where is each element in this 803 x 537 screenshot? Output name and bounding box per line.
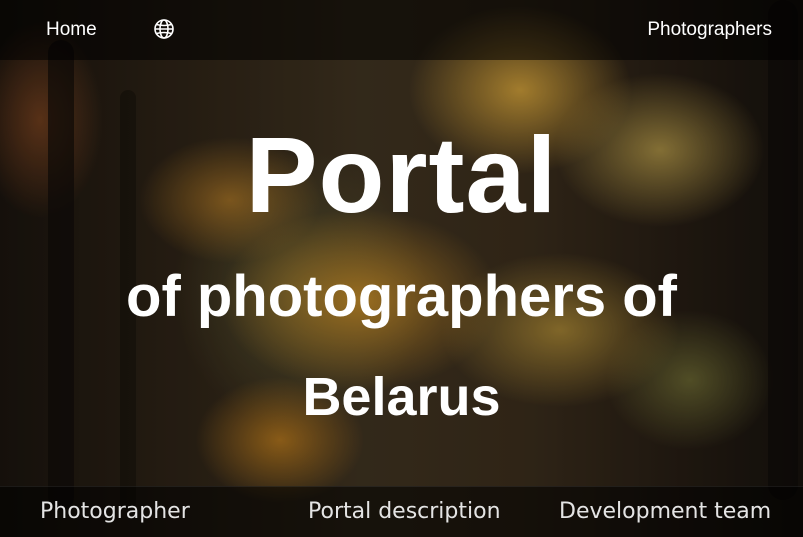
hero-subtitle-line-1: of photographers of	[126, 264, 677, 329]
bottom-nav-photographer[interactable]: Photographer	[40, 499, 190, 524]
hero-subtitle-line-2: Belarus	[302, 367, 501, 427]
bottom-nav-portal-description[interactable]: Portal description	[308, 499, 501, 524]
bottom-nav-development-team[interactable]: Development team	[559, 499, 771, 524]
hero-title: Portal	[245, 114, 558, 235]
globe-icon[interactable]	[153, 18, 175, 40]
top-navigation-bar: Home Photographers	[0, 0, 803, 60]
nav-home-link[interactable]: Home	[46, 19, 97, 41]
bottom-navigation-bar: Photographer Portal description Developm…	[0, 486, 803, 537]
nav-photographers-link[interactable]: Photographers	[647, 19, 772, 41]
